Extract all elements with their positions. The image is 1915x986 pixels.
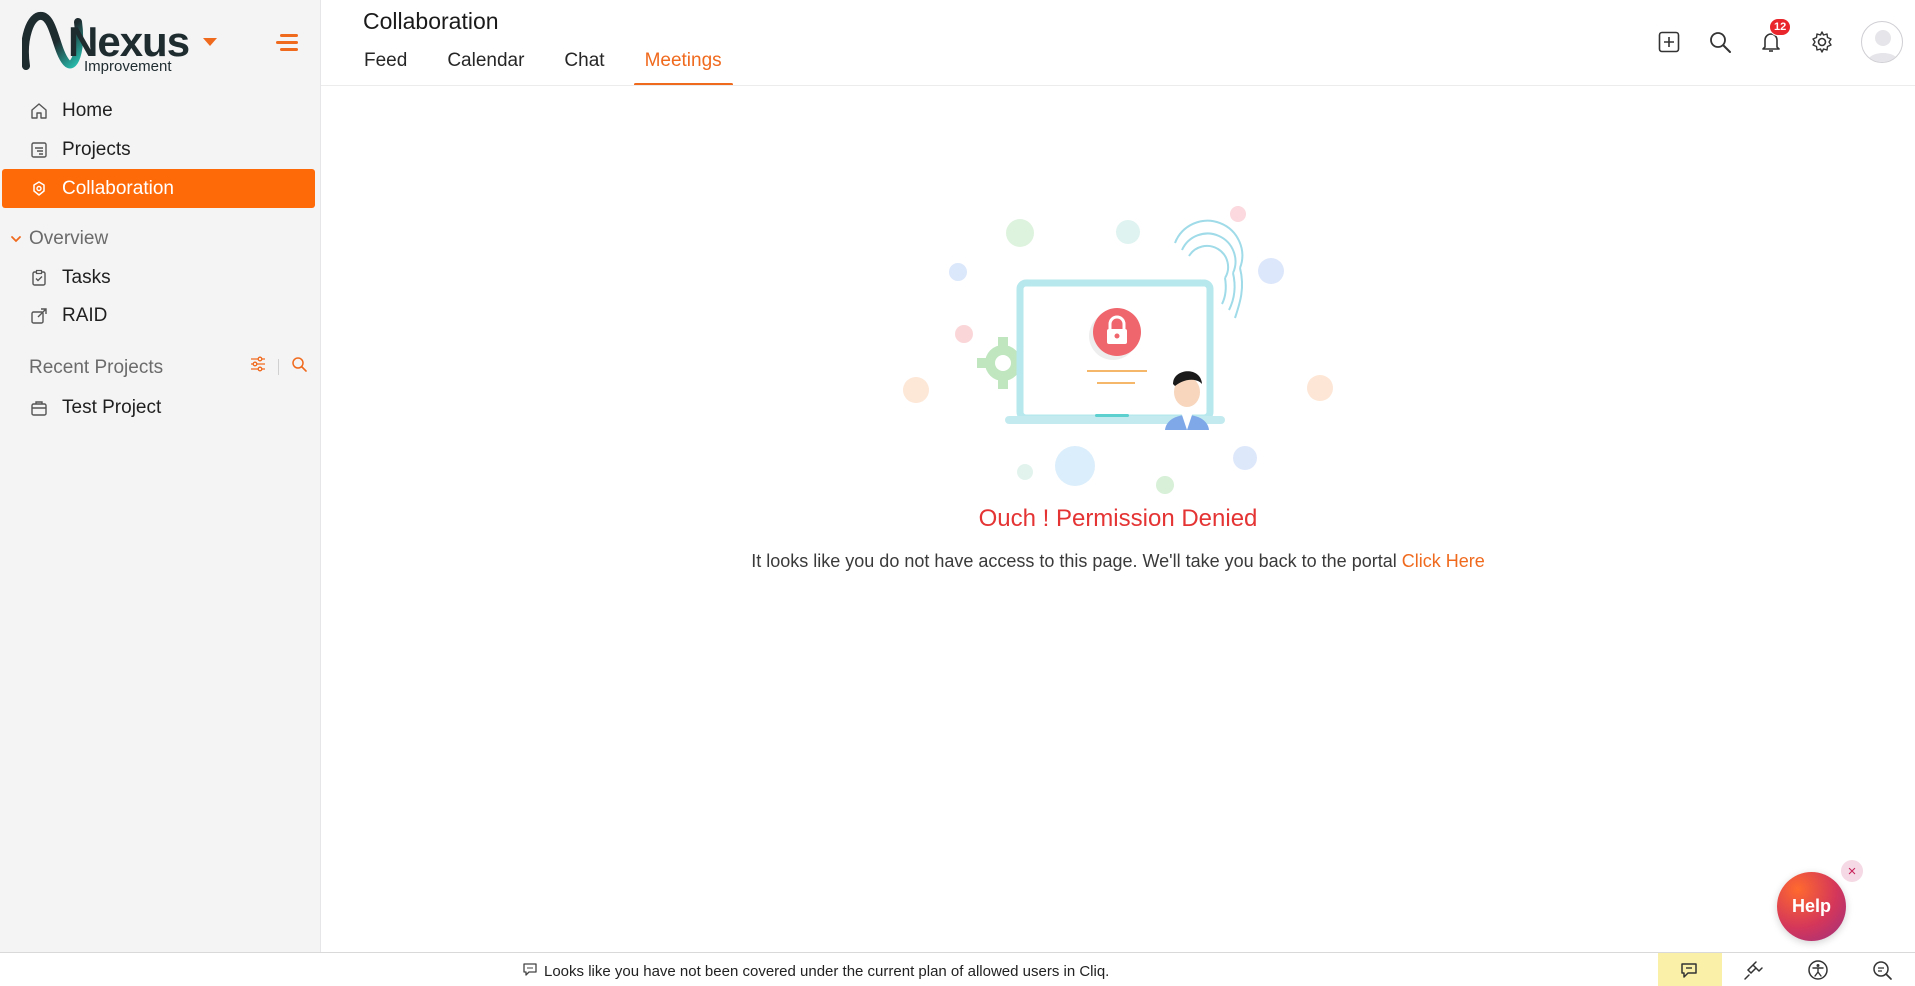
- brand-logo[interactable]: Nexus Improvement: [21, 10, 192, 78]
- raid-icon: [28, 305, 50, 327]
- help-close-button[interactable]: ×: [1841, 860, 1863, 882]
- click-here-link[interactable]: Click Here: [1402, 551, 1485, 571]
- plug-icon[interactable]: [1722, 953, 1786, 986]
- tasks-icon: [28, 267, 50, 289]
- permission-denied-illustration-icon: [903, 206, 1333, 494]
- sidebar-item-label: Collaboration: [62, 177, 174, 199]
- tab-calendar[interactable]: Calendar: [436, 44, 535, 86]
- search-icon[interactable]: [1708, 30, 1732, 54]
- divider: [278, 358, 279, 375]
- tab-meetings[interactable]: Meetings: [633, 44, 733, 86]
- page-title: Collaboration: [363, 8, 499, 34]
- cliq-bottom-bar: Looks like you have not been covered und…: [0, 952, 1915, 986]
- brand-dropdown-icon[interactable]: [203, 38, 217, 46]
- sidebar-item-test-project[interactable]: Test Project: [2, 388, 315, 427]
- notification-badge: 12: [1769, 18, 1792, 36]
- sidebar-item-projects[interactable]: Projects: [2, 130, 315, 169]
- chat-bubble-icon: [522, 961, 538, 981]
- permission-denied-title: Ouch ! Permission Denied: [978, 505, 1258, 532]
- permission-denied-text: It looks like you do not have access to …: [751, 551, 1397, 571]
- sidebar-item-collaboration[interactable]: Collaboration: [2, 169, 315, 208]
- add-icon[interactable]: [1657, 30, 1681, 54]
- sidebar-item-label: Home: [62, 99, 113, 121]
- permission-denied-message: It looks like you do not have access to …: [321, 551, 1915, 572]
- projects-icon: [28, 139, 50, 161]
- brand-tagline: Improvement: [84, 58, 172, 75]
- cliq-chat-icon[interactable]: [1658, 953, 1722, 986]
- sidebar-item-home[interactable]: Home: [2, 91, 315, 130]
- chevron-down-icon: [11, 236, 21, 243]
- search-projects-icon[interactable]: [291, 356, 307, 377]
- tab-chat[interactable]: Chat: [553, 44, 615, 86]
- accessibility-icon[interactable]: [1786, 953, 1850, 986]
- sidebar: Nexus Improvement Home Projects Collabor…: [0, 0, 321, 952]
- cliq-notice-text: Looks like you have not been covered und…: [544, 962, 1110, 980]
- recent-projects-actions: [250, 356, 307, 377]
- filter-icon[interactable]: [250, 356, 266, 377]
- header-divider: [321, 85, 1915, 86]
- menu-toggle-icon[interactable]: [276, 34, 298, 52]
- collaboration-icon: [28, 178, 50, 200]
- avatar[interactable]: [1861, 21, 1903, 63]
- notifications-icon[interactable]: 12: [1759, 18, 1792, 54]
- cliq-notice: Looks like you have not been covered und…: [522, 961, 1109, 981]
- help-button[interactable]: Help: [1777, 872, 1846, 941]
- sidebar-item-label: Projects: [62, 138, 131, 160]
- sidebar-item-raid[interactable]: RAID: [2, 296, 315, 335]
- sidebar-item-label: Tasks: [62, 266, 111, 288]
- home-icon: [28, 100, 50, 122]
- overview-label: Overview: [29, 228, 109, 249]
- briefcase-icon: [28, 397, 50, 419]
- tab-bar: Feed Calendar Chat Meetings: [353, 44, 751, 86]
- recent-projects-heading: Recent Projects: [29, 357, 164, 378]
- search-chat-icon[interactable]: [1850, 953, 1914, 986]
- sidebar-item-label: RAID: [62, 304, 108, 326]
- user-avatar-icon: [1867, 30, 1899, 62]
- sidebar-item-label: Test Project: [62, 396, 162, 418]
- sidebar-item-tasks[interactable]: Tasks: [2, 258, 315, 297]
- overview-toggle[interactable]: Overview: [10, 228, 108, 250]
- header-actions: 12: [1657, 18, 1915, 64]
- tab-feed[interactable]: Feed: [353, 44, 418, 86]
- gear-icon[interactable]: [1810, 30, 1834, 54]
